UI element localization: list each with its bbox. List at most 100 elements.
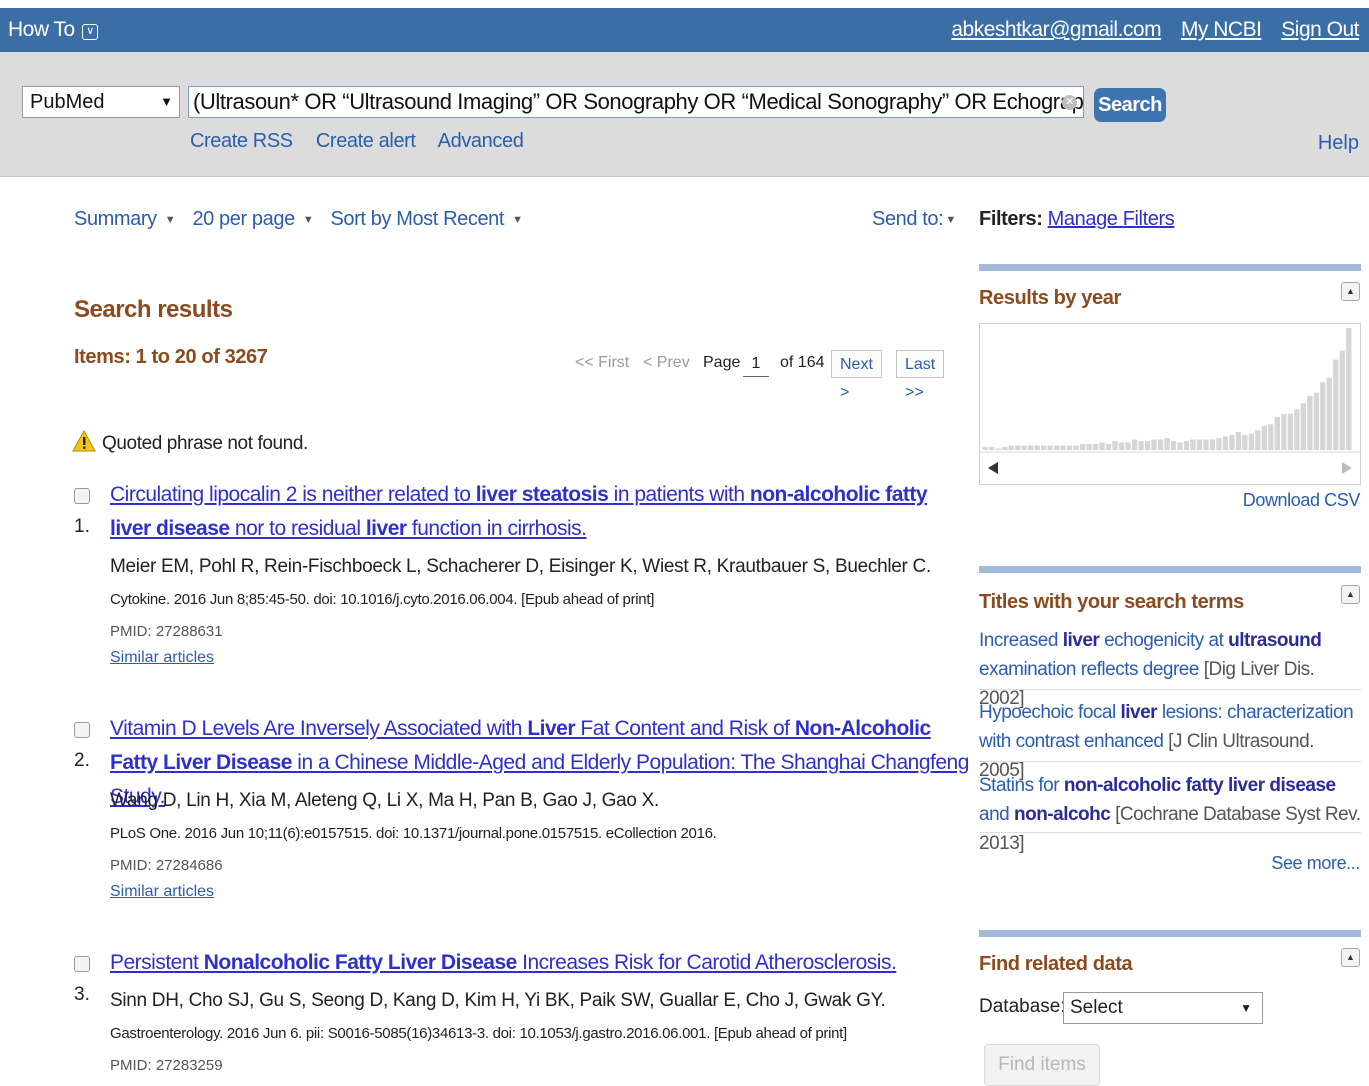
last-page-button[interactable]: Last >> [896, 350, 945, 401]
result-authors: Wang D, Lin H, Xia M, Aleteng Q, Li X, M… [110, 790, 659, 811]
year-bar[interactable] [1008, 445, 1014, 451]
year-bar[interactable] [995, 448, 1001, 451]
year-bar[interactable] [1294, 409, 1300, 450]
collapse-icon[interactable]: ▲ [1341, 948, 1360, 967]
collapse-icon[interactable]: ▲ [1341, 282, 1360, 301]
year-bar[interactable] [989, 447, 995, 450]
year-bar[interactable] [1080, 444, 1086, 450]
year-bar[interactable] [1248, 433, 1254, 450]
year-bar[interactable] [1203, 439, 1209, 451]
next-page-button[interactable]: Next > [831, 350, 882, 401]
year-bar[interactable] [1086, 444, 1092, 450]
year-bar[interactable] [1073, 445, 1079, 451]
result-checkbox[interactable] [74, 956, 90, 972]
similar-articles-link[interactable]: Similar articles [110, 883, 214, 901]
year-bar[interactable] [1067, 445, 1073, 451]
year-bar[interactable] [1054, 445, 1060, 451]
year-bar[interactable] [1287, 413, 1293, 450]
year-bar[interactable] [1131, 439, 1138, 451]
year-bar[interactable] [1320, 382, 1326, 450]
year-bar[interactable] [1002, 447, 1008, 450]
year-bar[interactable] [1326, 377, 1332, 450]
year-bar[interactable] [1307, 395, 1313, 450]
year-bar[interactable] [1313, 392, 1319, 450]
year-bar[interactable] [1274, 416, 1280, 450]
result-title-link[interactable]: Circulating lipocalin 2 is neither relat… [110, 478, 970, 546]
year-bar[interactable] [1216, 438, 1222, 450]
find-items-button[interactable]: Find items [984, 1044, 1100, 1086]
scroll-left-icon[interactable] [988, 462, 998, 474]
year-bar[interactable] [1170, 441, 1177, 450]
result-checkbox[interactable] [74, 722, 90, 738]
help-link[interactable]: Help [1318, 132, 1359, 155]
download-csv-link[interactable]: Download CSV [1243, 490, 1361, 511]
manage-filters-link[interactable]: Manage Filters [1048, 208, 1175, 230]
year-bar[interactable] [982, 447, 988, 450]
year-bar[interactable] [1099, 442, 1105, 451]
my-ncbi-link[interactable]: My NCBI [1181, 18, 1262, 41]
year-bar[interactable] [1021, 445, 1027, 451]
collapse-icon[interactable]: ▲ [1341, 585, 1360, 604]
clear-icon[interactable]: ✕ [1062, 95, 1077, 110]
year-bar[interactable] [1235, 431, 1242, 450]
create-alert-link[interactable]: Create alert [316, 130, 416, 152]
sign-out-link[interactable]: Sign Out [1281, 18, 1359, 41]
year-bar[interactable] [1015, 445, 1021, 451]
year-bar[interactable] [1164, 438, 1170, 450]
year-bar[interactable] [1105, 444, 1112, 450]
results-by-year-chart[interactable] [979, 323, 1361, 485]
page-label: Page [703, 354, 741, 371]
result-checkbox[interactable] [74, 488, 90, 504]
year-bar[interactable] [1242, 434, 1248, 450]
sort-menu[interactable]: Sort by Most Recent ▼ [330, 208, 528, 230]
year-bar[interactable] [1060, 445, 1066, 451]
see-more-link[interactable]: See more... [1271, 853, 1360, 874]
related-database-select[interactable]: Select ▼ [1063, 992, 1263, 1024]
database-select[interactable]: PubMed ▼ [22, 86, 180, 118]
year-bar[interactable] [1183, 441, 1190, 450]
year-bar[interactable] [1268, 424, 1274, 450]
year-bar[interactable] [1144, 441, 1151, 450]
search-button[interactable]: Search [1094, 88, 1166, 122]
year-bar[interactable] [1300, 403, 1306, 450]
advanced-link[interactable]: Advanced [438, 130, 524, 152]
create-rss-link[interactable]: Create RSS [190, 130, 293, 152]
year-bar[interactable] [1222, 436, 1229, 450]
year-bar[interactable] [1333, 359, 1339, 450]
first-page-link[interactable]: << First [575, 354, 629, 372]
scroll-right-icon[interactable] [1342, 462, 1352, 474]
year-bar[interactable] [1093, 444, 1099, 450]
year-bar[interactable] [1151, 439, 1157, 451]
year-bar[interactable] [1255, 430, 1261, 450]
year-bar[interactable] [1339, 350, 1345, 450]
summary-menu[interactable]: Summary ▼ [74, 208, 181, 230]
related-title-link[interactable]: Statins for non-alcoholic fatty liver di… [979, 771, 1361, 858]
year-bar[interactable] [1346, 328, 1352, 450]
send-to-menu[interactable]: Send to: ▼ [872, 208, 956, 231]
year-bar[interactable] [1034, 445, 1040, 451]
year-bar[interactable] [1177, 442, 1183, 451]
prev-page-link[interactable]: < Prev [643, 354, 690, 372]
year-bar[interactable] [1028, 445, 1034, 451]
year-bar[interactable] [1196, 439, 1203, 451]
year-bar[interactable] [1125, 442, 1131, 451]
year-bar[interactable] [1138, 441, 1144, 450]
year-bar[interactable] [1112, 441, 1118, 450]
year-bar[interactable] [1047, 445, 1053, 451]
year-bar[interactable] [1157, 439, 1164, 451]
highlighted-term: liver [1120, 702, 1158, 723]
year-bar[interactable] [1281, 413, 1287, 450]
year-bar[interactable] [1229, 434, 1235, 450]
year-bar[interactable] [1190, 439, 1196, 451]
how-to-menu[interactable]: How To ∨ [8, 18, 98, 42]
year-bar[interactable] [1209, 439, 1216, 451]
result-title-link[interactable]: Persistent Nonalcoholic Fatty Liver Dise… [110, 946, 970, 980]
similar-articles-link[interactable]: Similar articles [110, 649, 214, 667]
email-link[interactable]: abkeshtkar@gmail.com [951, 18, 1161, 41]
year-bar[interactable] [1261, 425, 1267, 450]
search-input[interactable]: (Ultrasoun* OR “Ultrasound Imaging” OR S… [188, 86, 1084, 118]
per-page-menu[interactable]: 20 per page ▼ [192, 208, 319, 230]
year-bar[interactable] [1118, 442, 1125, 451]
year-bar[interactable] [1041, 445, 1047, 451]
page-number-input[interactable]: 1 [743, 352, 769, 377]
